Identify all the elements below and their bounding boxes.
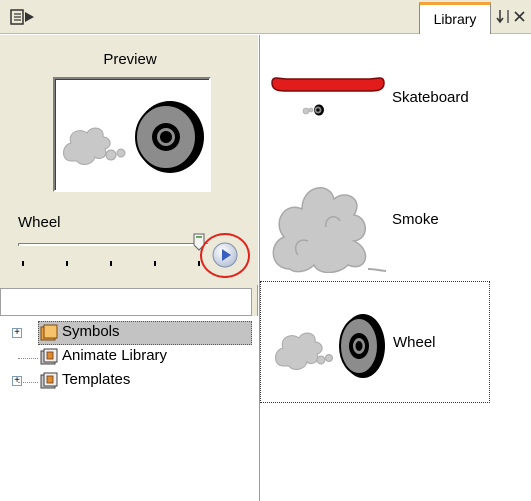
tree-item-animate-library[interactable]: Animate Library — [0, 345, 252, 369]
wheel-thumbnail — [275, 314, 385, 378]
tree-item-label: Templates — [62, 371, 131, 388]
library-item-label: Skateboard — [392, 89, 469, 106]
wheel-preview-image — [63, 101, 204, 173]
smoke-thumbnail — [272, 187, 387, 273]
tree-item-templates[interactable]: + Templates — [0, 369, 252, 393]
tree-item-label: Symbols — [62, 323, 120, 340]
library-item-label: Smoke — [392, 211, 439, 228]
library-item-smoke[interactable]: Smoke — [260, 159, 490, 281]
play-icon[interactable] — [212, 242, 238, 268]
skateboard-thumbnail — [271, 77, 385, 116]
tree-connector — [18, 358, 38, 359]
folder-icon — [40, 324, 58, 341]
tree-item-symbols[interactable]: + Symbols — [0, 321, 252, 345]
library-item-wheel[interactable]: Wheel — [260, 281, 490, 403]
expand-plus-icon[interactable]: + — [12, 328, 22, 338]
library-item-label: Wheel — [393, 334, 436, 351]
tab-library-label: Library — [433, 11, 477, 27]
tree-connector — [18, 382, 38, 383]
library-item-skateboard[interactable]: Skateboard — [260, 37, 490, 159]
slider-tick — [154, 261, 156, 266]
tab-controls — [496, 10, 525, 24]
library-search-input[interactable] — [0, 288, 252, 316]
library-window: Library Preview Wheel + Symbols Animate … — [0, 0, 531, 501]
library-tree: + Symbols Animate Library + Templates — [0, 316, 258, 501]
library-folder-icon — [40, 348, 58, 365]
library-folder-icon — [40, 372, 58, 389]
slider-tick — [110, 261, 112, 266]
preview-area: Preview Wheel — [0, 35, 258, 285]
preview-title: Preview — [103, 51, 157, 68]
expand-plus-icon[interactable]: + — [12, 376, 22, 386]
slider-tick — [198, 261, 200, 266]
panel-tab-bar: Library — [0, 0, 531, 34]
panel-menu-icon[interactable] — [10, 9, 36, 25]
close-icon[interactable] — [514, 11, 525, 22]
dock-arrow-icon[interactable] — [496, 10, 509, 24]
preview-symbol-name: Wheel — [18, 214, 61, 231]
preview-frame-slider[interactable] — [18, 243, 208, 246]
slider-tick — [66, 261, 68, 266]
slider-tick — [22, 261, 24, 266]
tab-library[interactable]: Library — [419, 2, 491, 34]
left-panel: Preview Wheel + Symbols Animate Library … — [0, 35, 258, 501]
preview-frame — [53, 77, 211, 192]
tree-item-label: Animate Library — [62, 347, 168, 364]
library-thumbnail-panel: Skateboard Smoke Wheel — [259, 35, 531, 501]
